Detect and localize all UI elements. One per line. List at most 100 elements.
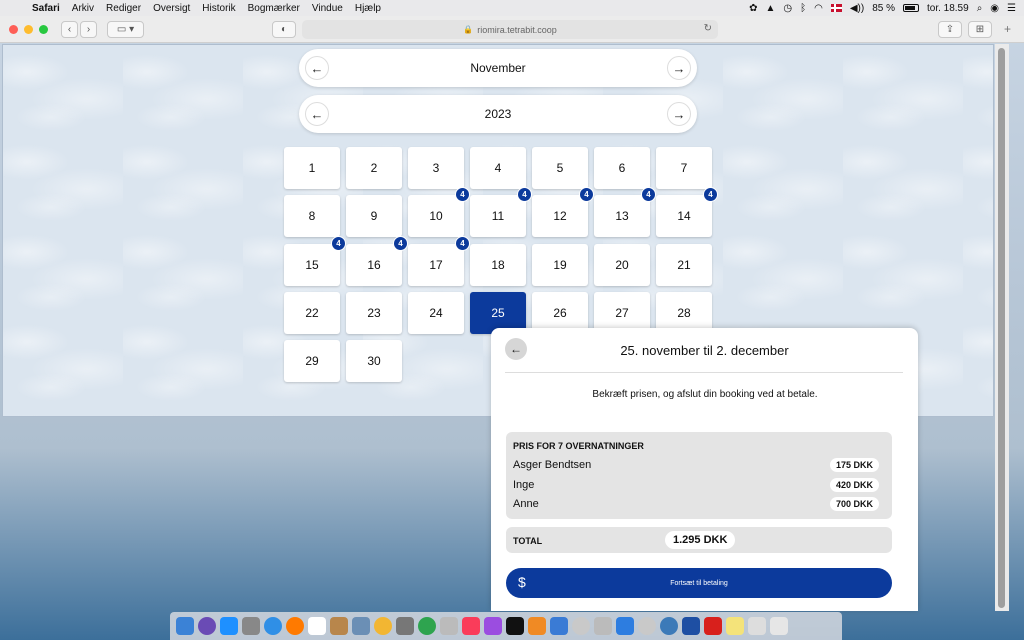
sidebar-toggle-button[interactable]: ▭ ▾	[107, 20, 144, 38]
stickies-icon[interactable]	[726, 617, 744, 635]
menu-safari[interactable]: Safari	[26, 3, 66, 14]
privacy-shield-icon[interactable]: ◐	[272, 21, 296, 38]
day-cell[interactable]: 5	[532, 147, 588, 189]
calendar-app-icon[interactable]	[308, 617, 326, 635]
new-tab-icon[interactable]: +	[1004, 22, 1011, 36]
day-cell[interactable]: 19	[532, 244, 588, 286]
acrobat-icon[interactable]	[704, 617, 722, 635]
time-machine-icon[interactable]: ◷	[783, 3, 792, 14]
year-label: 2023	[484, 107, 512, 121]
day-cell[interactable]: 12	[532, 195, 588, 237]
zoom-window-button[interactable]	[39, 24, 48, 34]
unknown-app-icon[interactable]	[440, 617, 458, 635]
day-cell[interactable]: 4	[470, 147, 526, 189]
total-value: 1.295 DKK	[665, 531, 736, 549]
price-box: PRIS FOR 7 OVERNATNINGER Asger Bendtsen …	[506, 432, 892, 519]
day-cell[interactable]: 10	[408, 195, 464, 237]
downloads-icon[interactable]	[748, 617, 766, 635]
blocked-app-icon-2[interactable]	[638, 617, 656, 635]
tab-overview-button[interactable]: ⊞	[968, 21, 992, 38]
trash-icon[interactable]	[770, 617, 788, 635]
next-year-button[interactable]: →	[667, 102, 691, 126]
keynote-icon[interactable]	[550, 617, 568, 635]
day-cell[interactable]: 14	[656, 195, 712, 237]
day-cell[interactable]: 17	[408, 244, 464, 286]
blocked-app-icon[interactable]	[572, 617, 590, 635]
day-cell[interactable]: 24	[408, 292, 464, 334]
bluetooth-icon[interactable]: ᛒ	[800, 3, 806, 14]
month-selector: ← November →	[299, 49, 697, 87]
day-cell[interactable]: 30	[346, 340, 402, 382]
prev-year-button[interactable]: ←	[305, 102, 329, 126]
battery-icon[interactable]	[902, 4, 919, 12]
spotlight-icon[interactable]: ⌕	[977, 3, 983, 14]
day-cell[interactable]: 29	[284, 340, 340, 382]
firefox-icon[interactable]	[286, 617, 304, 635]
siri-icon[interactable]: ◉	[990, 3, 999, 14]
day-cell[interactable]: 18	[470, 244, 526, 286]
tv-icon[interactable]	[506, 617, 524, 635]
books-icon[interactable]	[528, 617, 546, 635]
danish-flag-icon[interactable]	[830, 4, 842, 12]
menu-rediger[interactable]: Rediger	[100, 3, 147, 14]
forward-button[interactable]: ›	[80, 20, 97, 38]
menu-historik[interactable]: Historik	[196, 3, 241, 14]
menubar: Safari Arkiv Rediger Oversigt Historik B…	[0, 0, 1024, 16]
day-cell[interactable]: 9	[346, 195, 402, 237]
menu-oversigt[interactable]: Oversigt	[147, 3, 196, 14]
address-bar[interactable]: 🔒 riomira.tetrabit.coop ↻	[302, 20, 718, 39]
day-cell[interactable]: 11	[470, 195, 526, 237]
day-cell[interactable]: 2	[346, 147, 402, 189]
day-cell[interactable]: 16	[346, 244, 402, 286]
share-button[interactable]: ⇪	[938, 21, 962, 38]
wifi-icon[interactable]: ◠	[814, 3, 823, 14]
continue-to-payment-button[interactable]: $ Fortsæt til betaling	[506, 568, 892, 598]
photos-icon[interactable]	[374, 617, 392, 635]
control-center-icon[interactable]: ☰	[1007, 3, 1016, 14]
music-icon[interactable]	[462, 617, 480, 635]
booking-message: Bekræft prisen, og afslut din booking ve…	[592, 389, 818, 400]
notes-brown-icon[interactable]	[330, 617, 348, 635]
outlook-icon[interactable]	[682, 617, 700, 635]
siri-app-icon[interactable]	[198, 617, 216, 635]
volume-icon[interactable]: ◀))	[850, 3, 864, 14]
close-window-button[interactable]	[9, 24, 18, 34]
day-cell[interactable]: 8	[284, 195, 340, 237]
menu-bogmaerker[interactable]: Bogmærker	[242, 3, 306, 14]
menu-vindue[interactable]: Vindue	[306, 3, 349, 14]
clock[interactable]: tor. 18.59	[927, 3, 969, 14]
availability-badge: 4	[641, 187, 656, 202]
system-preferences-icon[interactable]	[396, 617, 414, 635]
menu-arkiv[interactable]: Arkiv	[66, 3, 100, 14]
day-cell[interactable]: 6	[594, 147, 650, 189]
day-cell[interactable]: 21	[656, 244, 712, 286]
network-icon[interactable]	[660, 617, 678, 635]
back-button[interactable]: ‹	[61, 20, 78, 38]
day-cell[interactable]: 1	[284, 147, 340, 189]
day-cell[interactable]: 20	[594, 244, 650, 286]
menu-hjaelp[interactable]: Hjælp	[349, 3, 387, 14]
day-cell[interactable]: 22	[284, 292, 340, 334]
reload-icon[interactable]: ↻	[704, 23, 712, 34]
safari-icon[interactable]	[264, 617, 282, 635]
day-cell[interactable]: 3	[408, 147, 464, 189]
podcasts-icon[interactable]	[484, 617, 502, 635]
day-cell[interactable]: 23	[346, 292, 402, 334]
prev-month-button[interactable]: ←	[305, 56, 329, 80]
unknown-app-icon-2[interactable]	[594, 617, 612, 635]
upload-icon[interactable]: ▲	[765, 3, 775, 14]
day-cell[interactable]: 13	[594, 195, 650, 237]
launchpad-icon[interactable]	[242, 617, 260, 635]
edge-icon[interactable]	[616, 617, 634, 635]
scrollbar-thumb[interactable]	[998, 48, 1005, 608]
finder-icon[interactable]	[176, 617, 194, 635]
minimize-window-button[interactable]	[24, 24, 33, 34]
next-month-button[interactable]: →	[667, 56, 691, 80]
preview-icon[interactable]	[352, 617, 370, 635]
day-cell[interactable]: 15	[284, 244, 340, 286]
price-row: Asger Bendtsen 175 DKK	[513, 458, 885, 474]
app-store-icon[interactable]	[220, 617, 238, 635]
day-cell[interactable]: 7	[656, 147, 712, 189]
extension-icon[interactable]: ✿	[749, 3, 757, 14]
green-app-icon[interactable]	[418, 617, 436, 635]
